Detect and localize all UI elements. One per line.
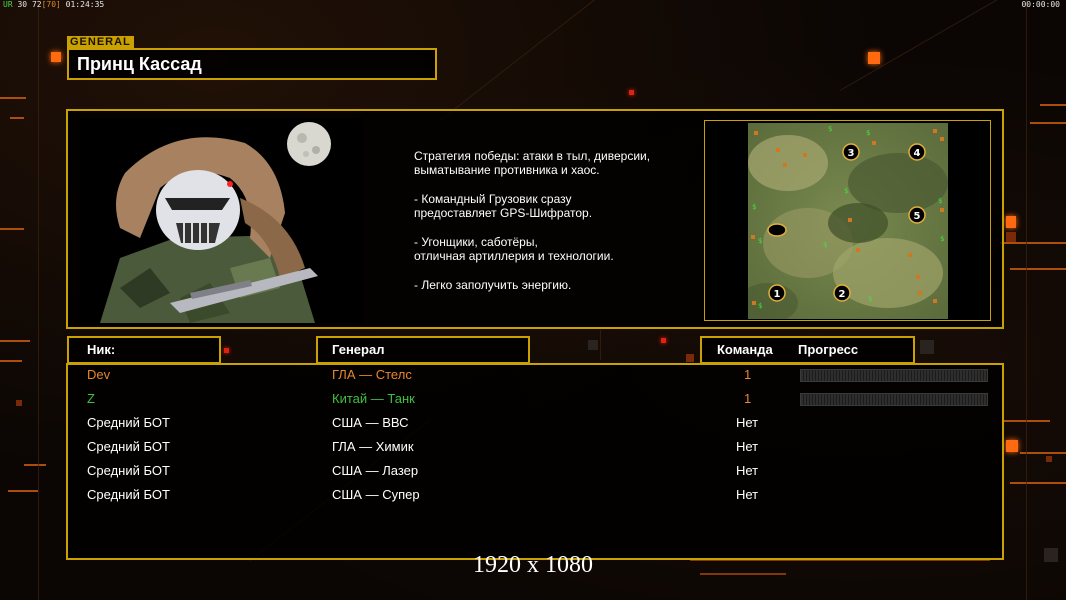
svg-text:$: $ bbox=[938, 197, 942, 205]
resolution-label: 1920 x 1080 bbox=[473, 552, 593, 578]
player-nick: Средний БОТ bbox=[87, 439, 170, 454]
fps-counter: UR 30 72[70] 01:24:35 bbox=[3, 0, 104, 9]
start-pos-1: 1 bbox=[774, 289, 781, 300]
player-row[interactable]: Z Китай — Танк 1 bbox=[68, 389, 1002, 409]
player-general: ГЛА — Химик bbox=[332, 439, 414, 454]
player-nick: Средний БОТ bbox=[87, 487, 170, 502]
strategy-line-2: - Командный Грузовик сразу предоставляет… bbox=[414, 192, 593, 220]
svg-text:$: $ bbox=[823, 241, 827, 249]
hud-stat-b: [70] bbox=[41, 0, 61, 9]
progress-header-label: Прогресс bbox=[798, 342, 859, 357]
strategy-line-1: Стратегия победы: атаки в тыл, диверсии,… bbox=[414, 149, 651, 177]
game-clock: 00:00:00 bbox=[1021, 0, 1060, 9]
player-general: США — Супер bbox=[332, 487, 420, 502]
player-row[interactable]: Средний БОТ США — Супер Нет bbox=[68, 485, 1002, 505]
start-pos-3: 3 bbox=[848, 148, 855, 159]
svg-text:$: $ bbox=[868, 295, 872, 303]
map-preview[interactable]: $ $ $ $ $ $ $ $ $ $ 1 2 3 4 5 bbox=[704, 120, 991, 321]
player-team: Нет bbox=[736, 439, 759, 454]
strategy-line-4: - Легко заполучить энергию. bbox=[414, 278, 572, 292]
svg-text:$: $ bbox=[866, 129, 870, 137]
empty-start-pos bbox=[767, 223, 787, 237]
svg-text:$: $ bbox=[844, 187, 848, 195]
player-progress-bar bbox=[800, 369, 988, 382]
player-row[interactable]: Средний БОТ США — ВВС Нет bbox=[68, 413, 1002, 433]
nick-header: Ник: bbox=[67, 336, 221, 364]
general-header-label: Генерал bbox=[332, 342, 385, 357]
svg-text:$: $ bbox=[758, 237, 762, 245]
general-title-box: Принц Кассад bbox=[67, 48, 437, 80]
player-nick: Dev bbox=[87, 367, 111, 382]
general-header: Генерал bbox=[316, 336, 530, 364]
player-nick: Средний БОТ bbox=[87, 415, 170, 430]
start-pos-5: 5 bbox=[914, 211, 921, 222]
fps-label: UR bbox=[3, 0, 13, 9]
player-team: Нет bbox=[736, 463, 759, 478]
nick-header-label: Ник: bbox=[87, 342, 116, 357]
player-general: Китай — Танк bbox=[332, 391, 415, 406]
start-pos-2: 2 bbox=[839, 289, 846, 300]
player-team: Нет bbox=[736, 415, 759, 430]
player-team: 1 bbox=[744, 391, 752, 406]
player-team: Нет bbox=[736, 487, 759, 502]
svg-text:$: $ bbox=[940, 235, 944, 243]
player-general: ГЛА — Стелс bbox=[332, 367, 412, 382]
strategy-description: Стратегия победы: атаки в тыл, диверсии,… bbox=[414, 149, 704, 307]
svg-text:$: $ bbox=[752, 203, 756, 211]
player-general: США — Лазер bbox=[332, 463, 419, 478]
elapsed-time: 01:24:35 bbox=[65, 0, 105, 9]
general-tag: GENERAL bbox=[67, 36, 134, 48]
player-row[interactable]: Средний БОТ ГЛА — Химик Нет bbox=[68, 437, 1002, 457]
start-pos-4: 4 bbox=[914, 148, 921, 159]
general-info-panel: Стратегия победы: атаки в тыл, диверсии,… bbox=[66, 109, 1004, 329]
svg-text:$: $ bbox=[758, 302, 762, 310]
team-progress-header: Команда Прогресс bbox=[700, 336, 915, 364]
general-portrait bbox=[80, 118, 363, 323]
strategy-line-3: - Угонщики, саботёры, отличная артиллери… bbox=[414, 235, 614, 263]
fps-value: 30 bbox=[17, 0, 28, 9]
player-row[interactable]: Dev ГЛА — Стелс 1 bbox=[68, 365, 1002, 385]
player-team: 1 bbox=[744, 367, 752, 382]
hud-stat-a: 72 bbox=[31, 0, 42, 9]
svg-text:$: $ bbox=[828, 125, 832, 133]
players-table: Dev ГЛА — Стелс 1 Z Китай — Танк 1 Средний БОТ… bbox=[66, 363, 1004, 560]
team-header-label: Команда bbox=[717, 342, 773, 357]
player-row[interactable]: Средний БОТ США — Лазер Нет bbox=[68, 461, 1002, 481]
general-name: Принц Кассад bbox=[77, 54, 202, 74]
player-progress-bar bbox=[800, 393, 988, 406]
player-nick: Z bbox=[87, 391, 95, 406]
player-general: США — ВВС bbox=[332, 415, 409, 430]
player-nick: Средний БОТ bbox=[87, 463, 170, 478]
